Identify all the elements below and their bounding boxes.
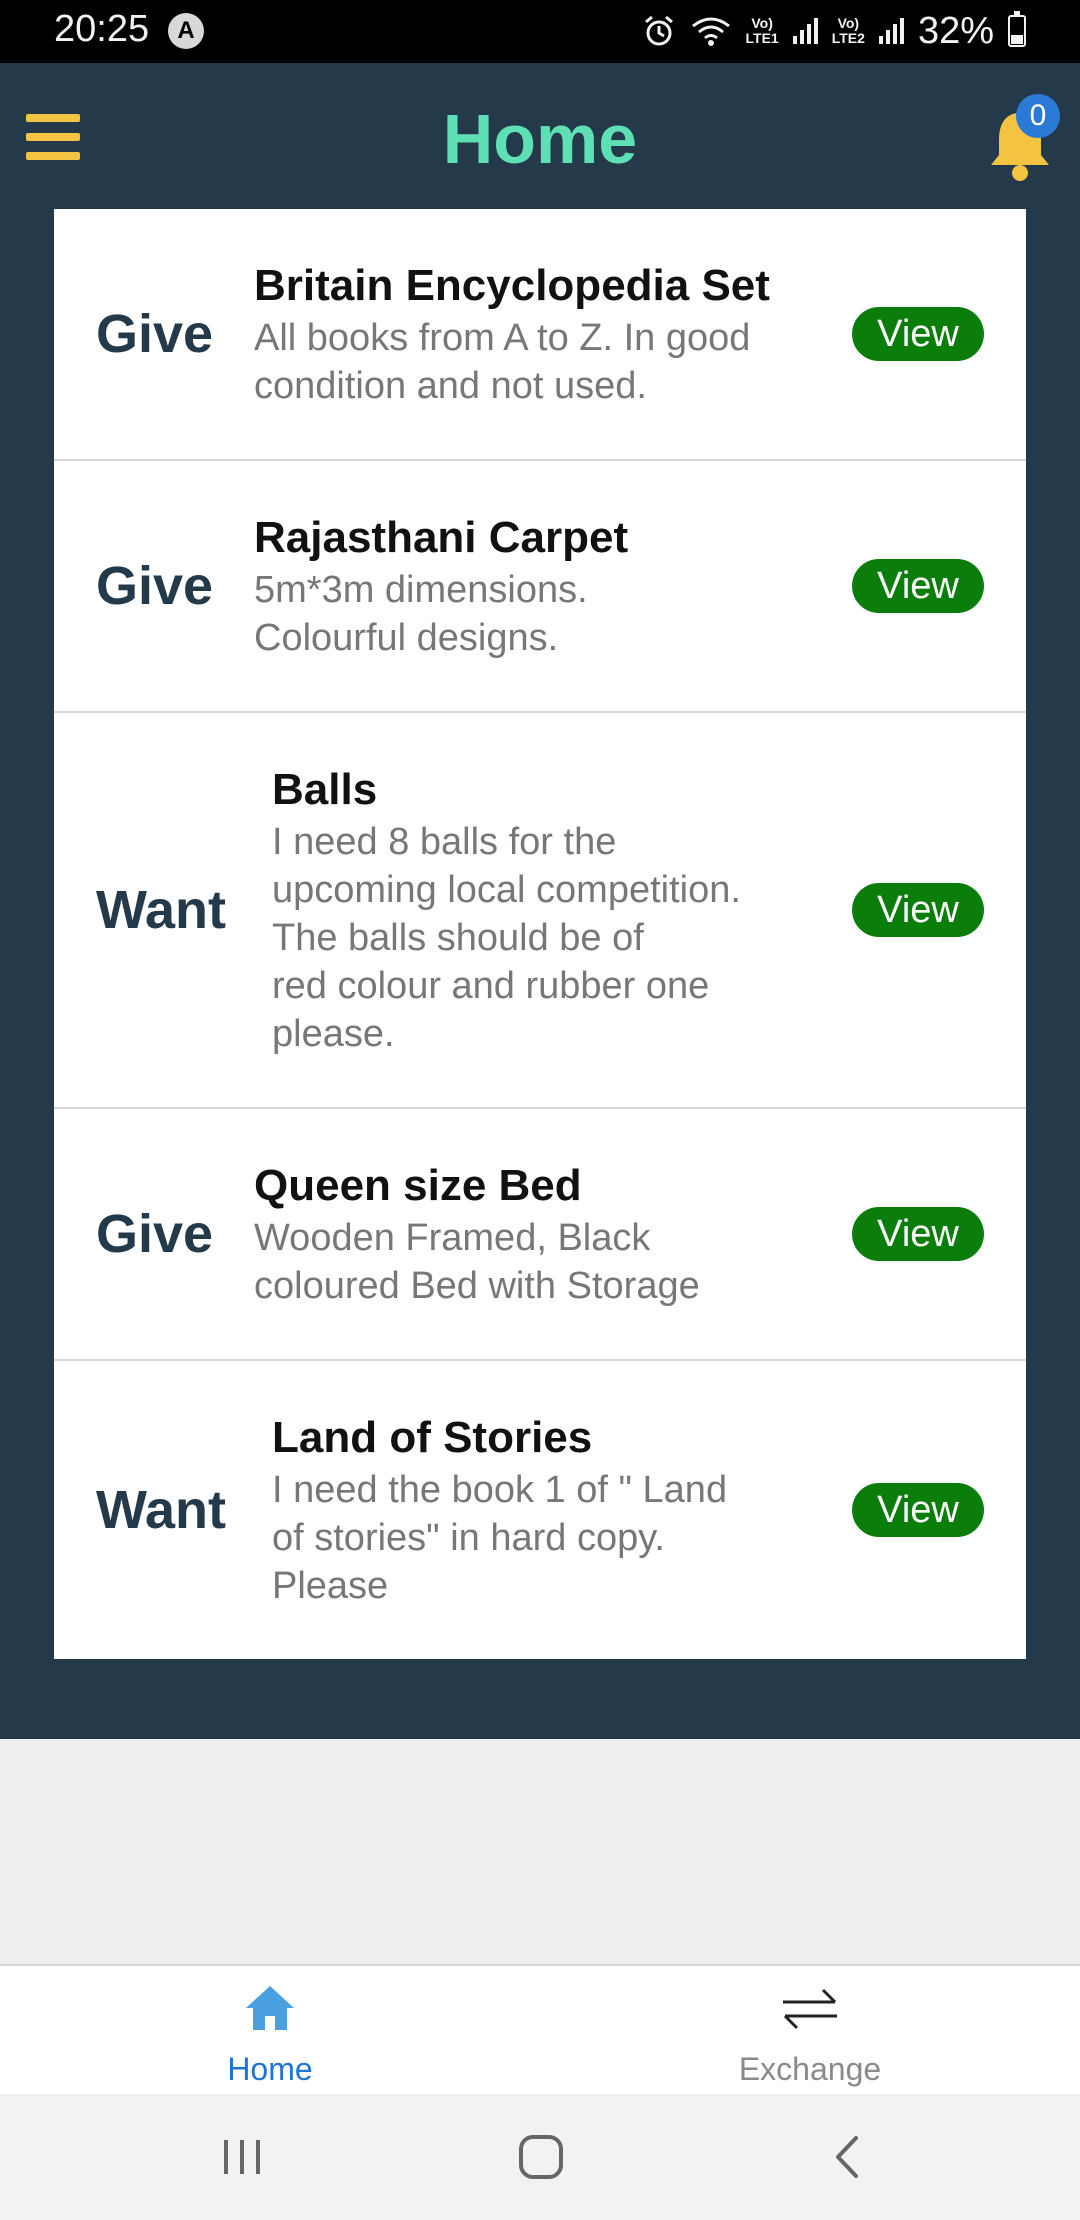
- listing-description: I need the book 1 of " Land of stories" …: [272, 1469, 728, 1607]
- list-item: Want Land of Stories I need the book 1 o…: [54, 1361, 1026, 1659]
- listing-type: Want: [96, 1480, 226, 1540]
- tab-exchange[interactable]: Exchange: [540, 1966, 1080, 2096]
- list-item: Give Britain Encyclopedia Set All books …: [54, 209, 1026, 461]
- list-item: Give Rajasthani Carpet 5m*3m dimensions.…: [54, 461, 1026, 713]
- network-lte2-label: Vo) LTE2: [831, 15, 865, 46]
- page-title: Home: [442, 100, 638, 178]
- app-notification-icon: A: [168, 13, 204, 49]
- view-button[interactable]: View: [852, 559, 984, 613]
- listing-title: Rajasthani Carpet: [254, 513, 629, 562]
- listing-type: Give: [96, 1204, 214, 1264]
- content-panel: Give Britain Encyclopedia Set All books …: [0, 209, 1080, 1739]
- listing-description: All books from A to Z. In good condition…: [254, 317, 751, 407]
- listing-description: I need 8 balls for the upcoming local co…: [272, 821, 741, 1055]
- battery-icon: [1008, 11, 1026, 47]
- status-icons: Vo) LTE1 Vo) LTE2 32%: [642, 8, 1026, 54]
- listing-title: Land of Stories: [272, 1413, 593, 1462]
- listing-list: Give Britain Encyclopedia Set All books …: [54, 209, 1026, 1659]
- status-time: 20:25: [54, 8, 150, 50]
- listing-type: Want: [96, 880, 226, 940]
- recent-apps-icon[interactable]: [220, 2132, 264, 2182]
- tab-home-label: Home: [227, 2051, 313, 2087]
- notification-badge: 0: [1016, 94, 1060, 138]
- home-icon: [246, 1986, 294, 2030]
- listing-type: Give: [96, 556, 214, 616]
- alarm-icon: [644, 15, 673, 46]
- listing-text: Britain Encyclopedia Set All books from …: [254, 258, 814, 410]
- battery-percent: 32%: [917, 9, 994, 52]
- signal-bars-2-icon: [878, 18, 904, 44]
- list-item: Want Balls I need 8 balls for the upcomi…: [54, 713, 1026, 1109]
- home-button-icon[interactable]: [516, 2132, 566, 2182]
- view-button[interactable]: View: [852, 1483, 984, 1537]
- listing-description: Wooden Framed, Black coloured Bed with S…: [254, 1217, 700, 1307]
- tab-home[interactable]: Home: [0, 1966, 540, 2096]
- back-icon[interactable]: [826, 2132, 866, 2182]
- listing-text: Queen size Bed Wooden Framed, Black colo…: [254, 1158, 814, 1310]
- listing-text: Balls I need 8 balls for the upcoming lo…: [272, 762, 832, 1058]
- view-button[interactable]: View: [852, 1207, 984, 1261]
- status-bar: 20:25 A Vo) LTE1 Vo) LTE2 32%: [0, 0, 1080, 63]
- listing-text: Land of Stories I need the book 1 of " L…: [272, 1410, 832, 1610]
- tab-exchange-label: Exchange: [738, 2051, 882, 2087]
- view-button[interactable]: View: [852, 307, 984, 361]
- listing-description: 5m*3m dimensions. Colourful designs.: [254, 569, 588, 659]
- network-lte1-label: Vo) LTE1: [745, 15, 779, 46]
- bottom-tab-bar: Home Exchange: [0, 1964, 1080, 2096]
- exchange-icon: [783, 1988, 837, 2030]
- listing-text: Rajasthani Carpet 5m*3m dimensions. Colo…: [254, 510, 814, 662]
- listing-title: Queen size Bed: [254, 1161, 582, 1210]
- system-navigation-bar: [0, 2094, 1080, 2220]
- list-item: Give Queen size Bed Wooden Framed, Black…: [54, 1109, 1026, 1361]
- signal-bars-1-icon: [792, 18, 818, 44]
- wifi-icon: [691, 17, 730, 46]
- view-button[interactable]: View: [852, 883, 984, 937]
- listing-title: Balls: [272, 765, 378, 814]
- listing-type: Give: [96, 304, 214, 364]
- app-header: Home 0: [0, 63, 1080, 209]
- listing-title: Britain Encyclopedia Set: [254, 261, 770, 310]
